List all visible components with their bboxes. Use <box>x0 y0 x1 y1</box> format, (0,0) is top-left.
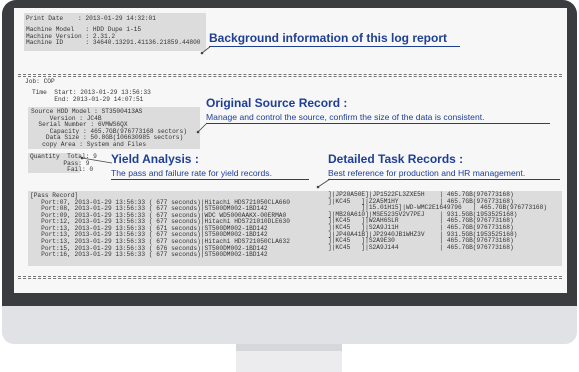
task-records-underline <box>328 179 560 180</box>
original-source-pointer <box>196 122 208 134</box>
task-records-heading: Detailed Task Records : <box>328 152 464 166</box>
yield-description: The pass and failure rate for yield reco… <box>111 168 272 178</box>
monitor-chin <box>2 306 577 344</box>
yield-pointer <box>80 156 113 164</box>
machine-id: Machine ID : 34640.13291.41136.21859.448… <box>26 39 201 46</box>
pass-record-left-column: Port:07, 2013-01-29 13:56:33 ( 677 secon… <box>30 199 290 259</box>
pass-record-right-column: ]|JP20A50E]|JP1522FL3ZXE5H | 465.7GB(976… <box>328 191 547 251</box>
original-source-heading: Original Source Record : <box>206 96 348 110</box>
source-line: copy Area : System and Files <box>31 140 147 148</box>
time-end: End: 2013-01-29 14:07:51 <box>32 95 144 103</box>
yield-underline <box>111 179 309 180</box>
pass-record-detail: ]|KC45 ]|S2A9J144 | 465.7GB(976773168) <box>328 243 514 251</box>
background-info-underline <box>209 46 460 47</box>
log-report-screen: Print Date : 2013-01-29 14:32:01 Machine… <box>14 8 567 293</box>
quantity-fail: Fail: 0 <box>30 166 94 174</box>
print-date: Print Date : 2013-01-29 14:32:01 <box>26 15 156 22</box>
task-records-pointer <box>316 178 331 189</box>
source-record-lines: Source HDD Model : ST3500413AS Version :… <box>31 108 187 149</box>
background-info-heading: Background information of this log repor… <box>209 31 447 45</box>
divider-top-2 <box>18 76 562 77</box>
job-label: Job: COP <box>25 78 55 85</box>
background-info-pointer <box>200 45 212 55</box>
divider-bottom-1 <box>18 276 562 277</box>
task-records-description: Best reference for production and HR man… <box>328 168 526 178</box>
pass-record-row: Port:16, 2013-01-29 13:56:33 ( 677 secon… <box>30 251 268 259</box>
original-source-description: Manage and control the source, confirm t… <box>206 112 485 122</box>
original-source-underline <box>206 123 550 124</box>
divider-top-1 <box>18 74 562 75</box>
monitor-stand-shadow <box>236 344 342 351</box>
yield-heading: Yield Analysis : <box>111 152 199 166</box>
divider-bottom-2 <box>18 278 562 279</box>
